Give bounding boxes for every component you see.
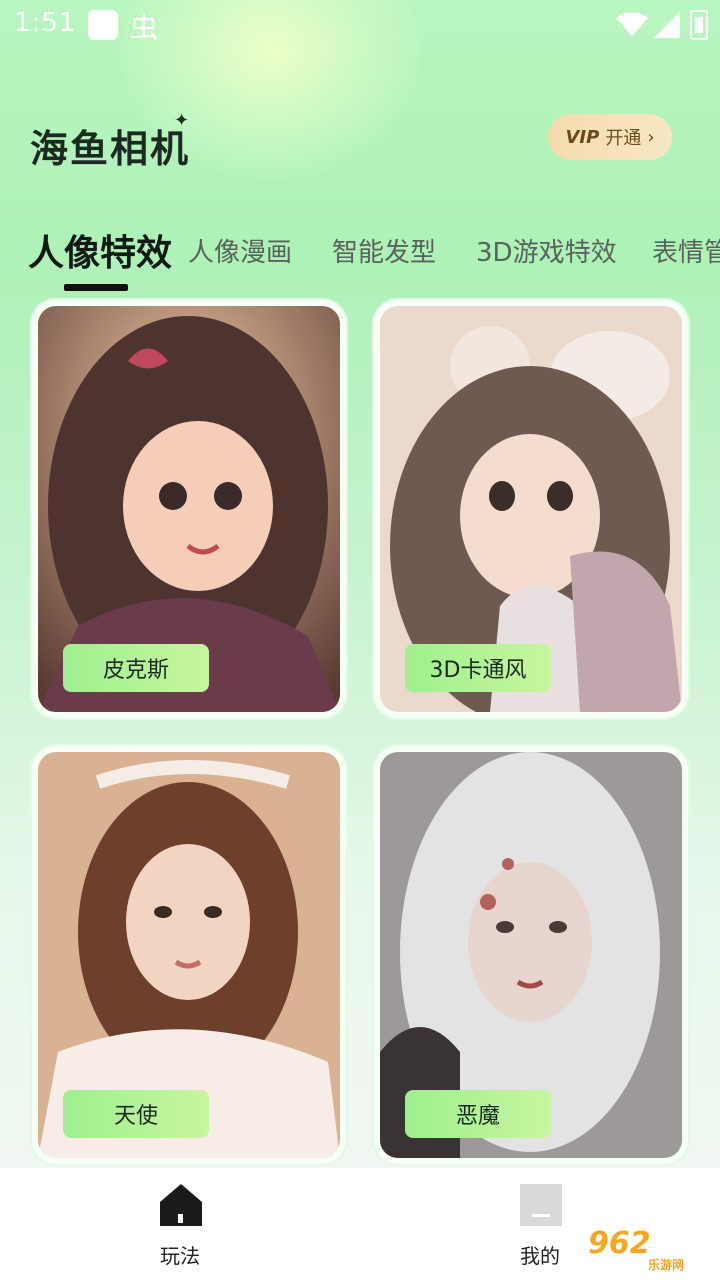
home-icon bbox=[160, 1184, 202, 1226]
status-time: 1:51 bbox=[14, 8, 77, 38]
nav-mine-label: 我的 bbox=[520, 1244, 560, 1268]
app-title: 海鱼相机 bbox=[30, 127, 191, 171]
effect-label: 3D卡通风 bbox=[405, 644, 551, 692]
profile-icon bbox=[520, 1184, 562, 1226]
watermark-sub: 乐游网 bbox=[648, 1258, 685, 1272]
nav-play-label: 玩法 bbox=[160, 1244, 200, 1268]
category-tabs: 人像特效 人像漫画 智能发型 3D游戏特效 表情管 bbox=[0, 224, 720, 284]
watermark-logo: 962 乐游网 bbox=[588, 1226, 684, 1272]
status-bar: 1:51 虫 bbox=[0, 0, 720, 50]
signal-icon bbox=[654, 12, 680, 38]
effect-card-pixar[interactable]: 皮克斯 bbox=[32, 300, 346, 718]
debug-icon: 虫 bbox=[130, 11, 159, 44]
chevron-right-icon: › bbox=[647, 126, 655, 148]
nav-mine[interactable]: 我的 bbox=[480, 1168, 600, 1280]
effect-label: 恶魔 bbox=[405, 1090, 551, 1138]
tab-3d-game-effects[interactable]: 3D游戏特效 bbox=[476, 232, 617, 269]
effect-card-3d-cartoon[interactable]: 3D卡通风 bbox=[374, 300, 688, 718]
tab-portrait-comic[interactable]: 人像漫画 bbox=[188, 232, 292, 269]
nav-play[interactable]: 玩法 bbox=[120, 1168, 240, 1280]
vip-open-button[interactable]: VIP 开通 › bbox=[548, 114, 672, 160]
vip-action-label: 开通 bbox=[605, 128, 642, 149]
sparkle-icon: ✦ bbox=[174, 110, 190, 131]
tab-expression[interactable]: 表情管 bbox=[652, 232, 720, 269]
battery-icon bbox=[690, 10, 708, 40]
effect-label: 皮克斯 bbox=[63, 644, 209, 692]
effect-card-angel[interactable]: 天使 bbox=[32, 746, 346, 1164]
tab-portrait-effects[interactable]: 人像特效 bbox=[28, 224, 172, 276]
tab-smart-hairstyle[interactable]: 智能发型 bbox=[332, 232, 436, 269]
wifi-icon bbox=[616, 12, 648, 36]
active-tab-indicator bbox=[64, 284, 128, 291]
vip-badge: VIP bbox=[565, 126, 600, 148]
effect-label: 天使 bbox=[63, 1090, 209, 1138]
notification-icon bbox=[88, 10, 118, 40]
bottom-navigation: 玩法 我的 bbox=[0, 1168, 720, 1280]
watermark-text: 962 bbox=[588, 1226, 651, 1261]
effect-card-demon[interactable]: 恶魔 bbox=[374, 746, 688, 1164]
